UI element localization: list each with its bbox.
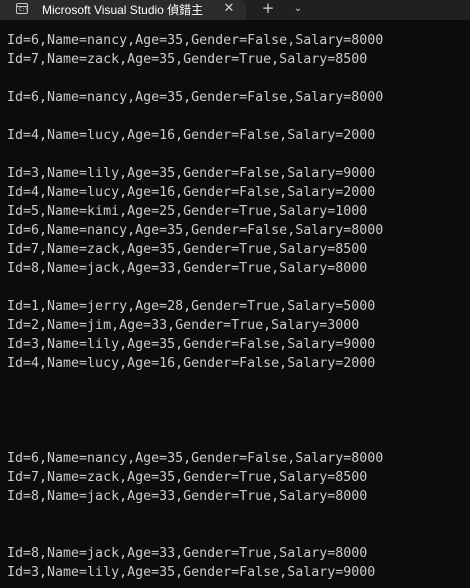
tab-bar: C:\ Microsoft Visual Studio 偵錯主 ✕ + ⌄	[0, 0, 470, 20]
console-line: Id=4,Name=lucy,Age=16,Gender=False,Salar…	[7, 356, 376, 371]
console-icon: C:\	[16, 3, 28, 14]
console-line: Id=1,Name=jerry,Age=28,Gender=True,Salar…	[7, 299, 376, 314]
console-line: Id=8,Name=jack,Age=33,Gender=True,Salary…	[7, 489, 368, 504]
console-line: Id=3,Name=lily,Age=35,Gender=False,Salar…	[7, 166, 376, 181]
console-line: Id=2,Name=jim,Age=33,Gender=True,Salary=…	[7, 318, 360, 333]
console-line: Id=6,Name=nancy,Age=35,Gender=False,Sala…	[7, 33, 384, 48]
console-line: Id=7,Name=zack,Age=35,Gender=True,Salary…	[7, 52, 368, 67]
console-line: Id=4,Name=lucy,Age=16,Gender=False,Salar…	[7, 185, 376, 200]
console-icon-glyph: C:\	[19, 7, 29, 13]
tab-title: Microsoft Visual Studio 偵錯主	[42, 3, 204, 17]
console-line: Id=6,Name=nancy,Age=35,Gender=False,Sala…	[7, 90, 384, 105]
console-line: Id=7,Name=zack,Age=35,Gender=True,Salary…	[7, 470, 368, 485]
console-output[interactable]: Id=6,Name=nancy,Age=35,Gender=False,Sala…	[0, 20, 470, 588]
console-line: Id=4,Name=lucy,Age=16,Gender=False,Salar…	[7, 128, 376, 143]
terminal-window: C:\ Microsoft Visual Studio 偵錯主 ✕ + ⌄ Id…	[0, 0, 470, 588]
console-line: Id=6,Name=nancy,Age=35,Gender=False,Sala…	[7, 451, 384, 466]
console-line: Id=3,Name=lily,Age=35,Gender=False,Salar…	[7, 565, 376, 580]
console-line: Id=5,Name=kimi,Age=25,Gender=True,Salary…	[7, 204, 368, 219]
console-line: Id=6,Name=nancy,Age=35,Gender=False,Sala…	[7, 223, 384, 238]
console-line: Id=8,Name=jack,Age=33,Gender=True,Salary…	[7, 261, 368, 276]
new-tab-button[interactable]: +	[259, 0, 277, 18]
console-line: Id=8,Name=jack,Age=33,Gender=True,Salary…	[7, 546, 368, 561]
console-line: Id=3,Name=lily,Age=35,Gender=False,Salar…	[7, 337, 376, 352]
close-icon[interactable]: ✕	[221, 1, 237, 17]
chevron-down-icon[interactable]: ⌄	[290, 1, 306, 17]
console-line: Id=7,Name=zack,Age=35,Gender=True,Salary…	[7, 242, 368, 257]
tab-debug-console[interactable]: C:\ Microsoft Visual Studio 偵錯主 ✕	[0, 0, 246, 20]
